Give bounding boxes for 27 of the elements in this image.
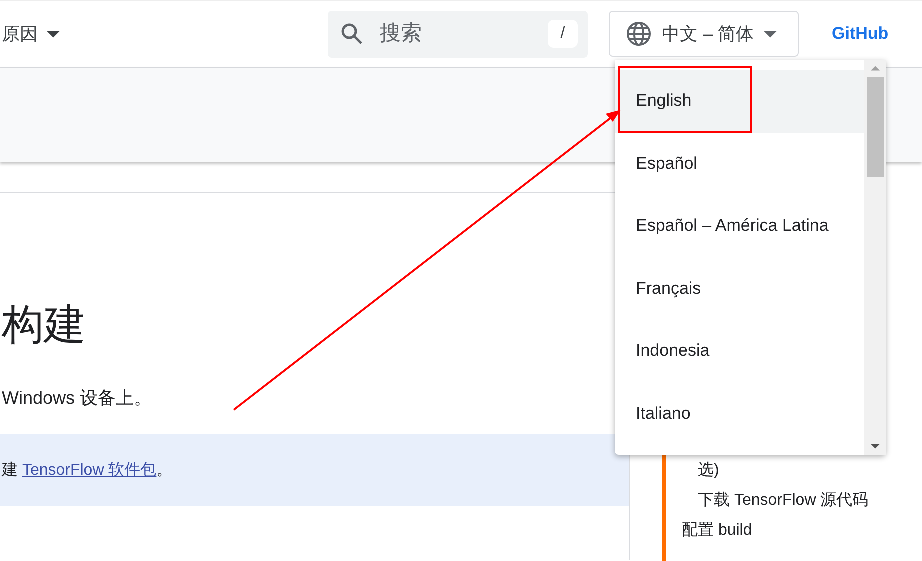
toc-item[interactable]: 配置 build bbox=[682, 520, 869, 541]
paragraph: Windows 设备上。 bbox=[2, 387, 154, 410]
scroll-up-icon bbox=[870, 66, 880, 71]
scroll-down-icon bbox=[870, 444, 880, 449]
language-option[interactable]: Español – América Latina bbox=[615, 195, 864, 258]
caret-icon bbox=[47, 30, 60, 38]
link[interactable]: TensorFlow 软件包 bbox=[22, 462, 157, 478]
page-title: 构建 bbox=[2, 300, 86, 350]
shortcut-key: / bbox=[548, 20, 578, 48]
language-option[interactable]: Français bbox=[615, 258, 864, 320]
language-option[interactable]: Italiano bbox=[615, 382, 864, 445]
toc-item[interactable]: 下载 TensorFlow 源代码 bbox=[682, 490, 869, 511]
note-text: 建 TensorFlow 软件包。 bbox=[2, 460, 173, 480]
scroll-thumb[interactable] bbox=[866, 77, 884, 177]
language-option[interactable]: English bbox=[615, 70, 864, 132]
toc-item[interactable]: 选) bbox=[682, 460, 869, 481]
nav-menu[interactable]: 原因 bbox=[2, 22, 328, 46]
language-button[interactable]: 中文 – 简体 bbox=[609, 11, 799, 57]
github-link[interactable]: GitHub bbox=[832, 24, 889, 44]
search-input[interactable]: 搜索 bbox=[378, 21, 534, 47]
language-option[interactable]: Indonesia bbox=[615, 320, 864, 382]
globe-icon bbox=[626, 21, 652, 47]
search-icon bbox=[340, 22, 364, 46]
language-option[interactable]: Español bbox=[615, 132, 864, 195]
search-bar[interactable]: 搜索 / bbox=[328, 10, 588, 58]
scrollbar[interactable] bbox=[864, 60, 886, 455]
caret-icon bbox=[764, 30, 778, 38]
